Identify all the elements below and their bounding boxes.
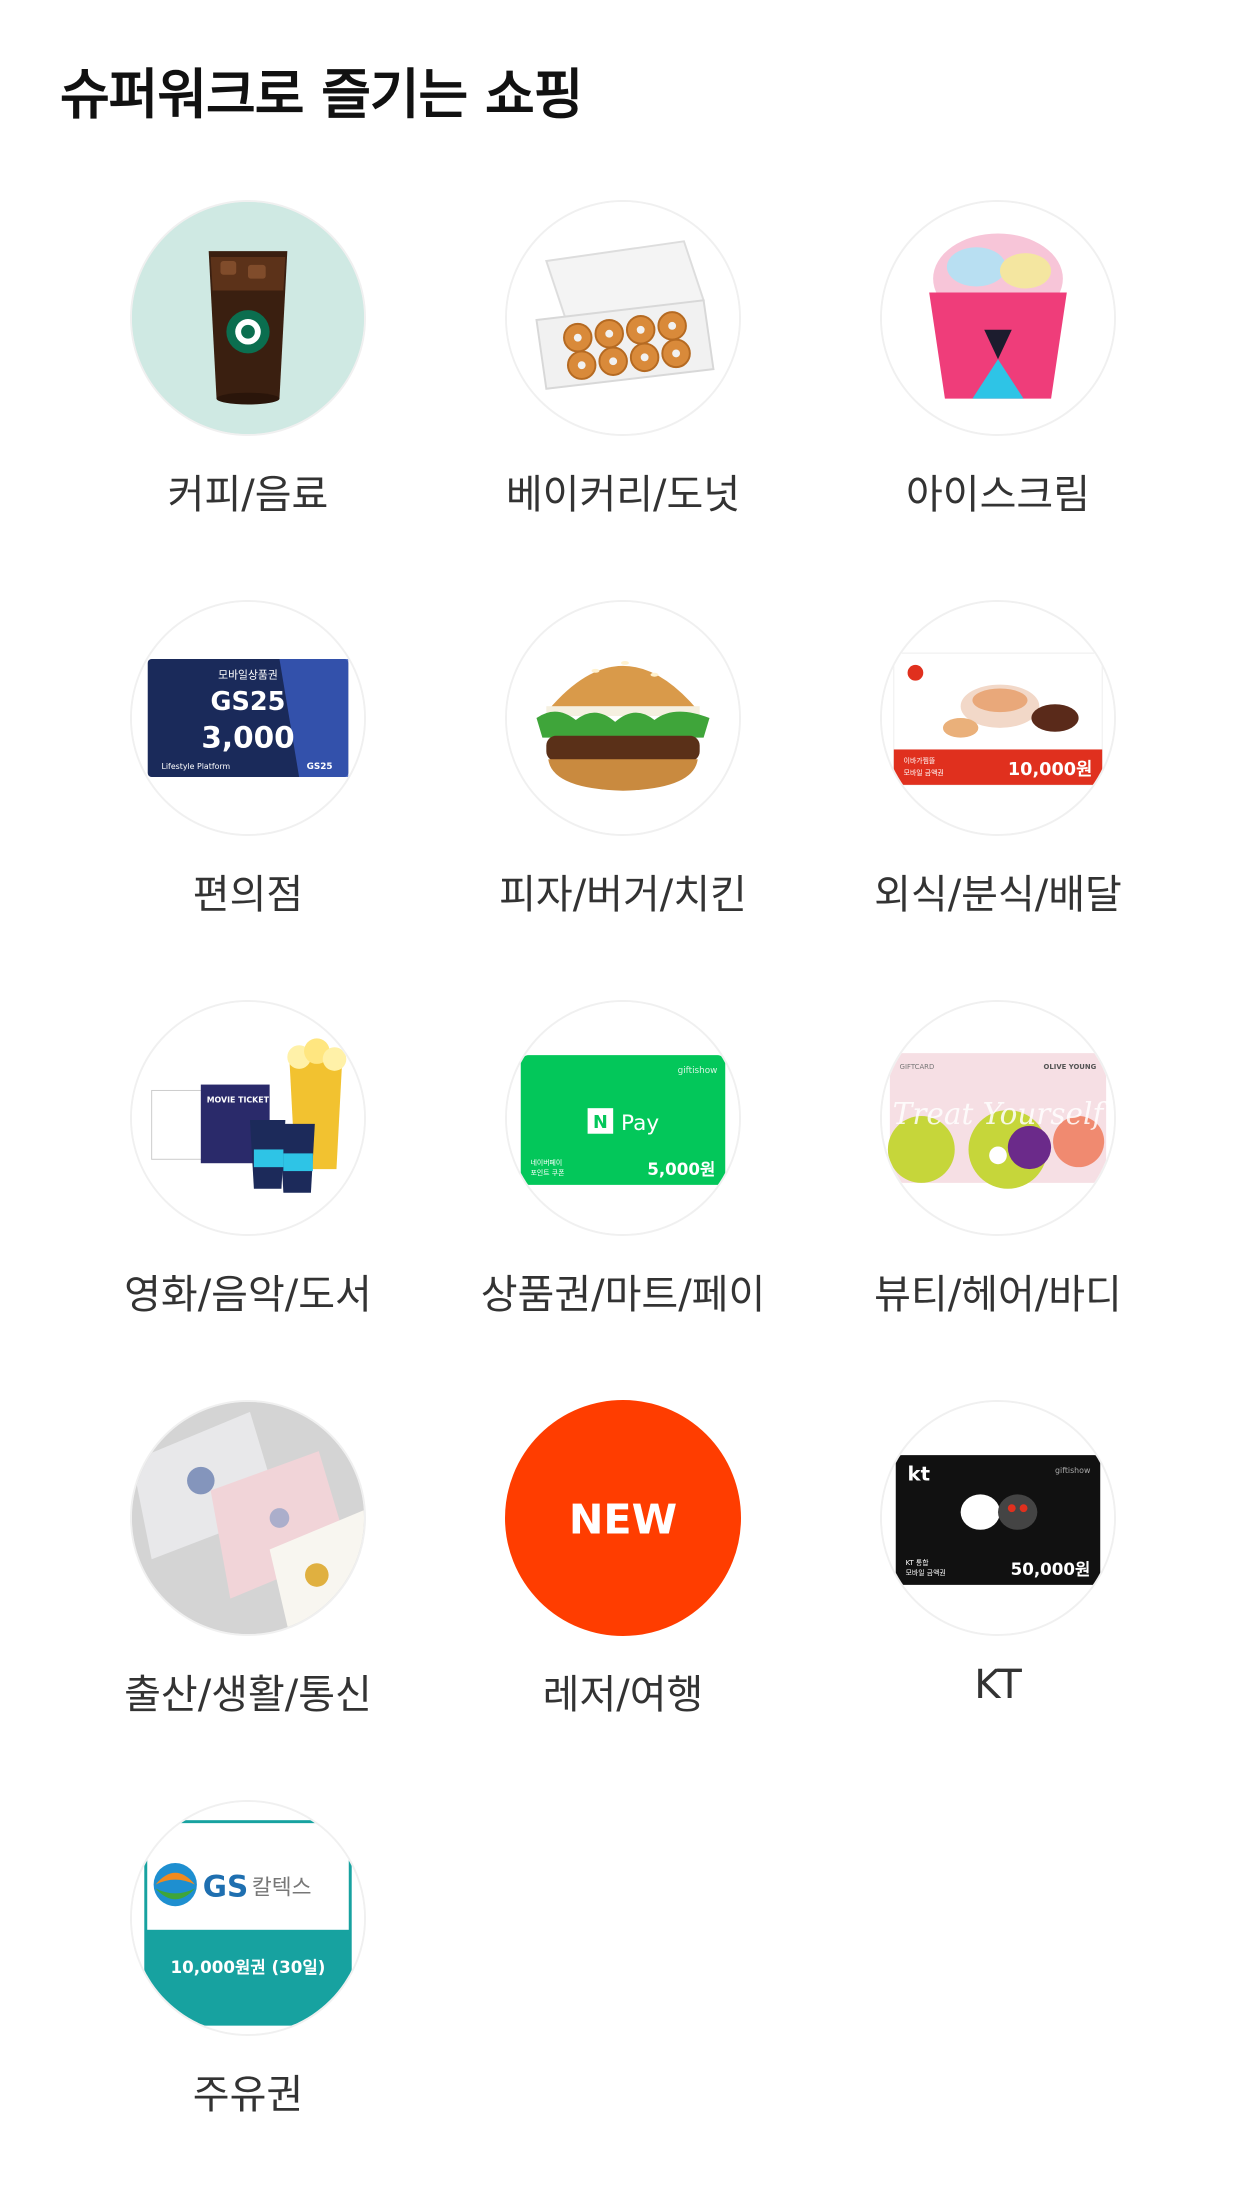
category-kt[interactable]: kt giftishow KT 통합 모바일 금액권 50,000원 KT bbox=[818, 1400, 1178, 1760]
kt-gift-card-icon: kt giftishow KT 통합 모바일 금액권 50,000원 bbox=[880, 1400, 1116, 1636]
card-corner: giftishow bbox=[1055, 1466, 1091, 1475]
card-line2: 포인트 쿠폰 bbox=[531, 1168, 565, 1177]
category-beauty-hair-body[interactable]: GIFTCARD OLIVE YOUNG Treat Yourself 뷰티/헤… bbox=[818, 1000, 1178, 1360]
category-pizza-burger-chicken[interactable]: 피자/버거/치킨 bbox=[443, 600, 803, 960]
card-amount: 3,000 bbox=[201, 720, 294, 754]
category-label: 피자/버거/치킨 bbox=[499, 872, 747, 918]
category-label: KT bbox=[974, 1662, 1022, 1708]
category-dining-delivery[interactable]: 이바가찜뜰 모바일 금액권 10,000원 외식/분식/배달 bbox=[818, 600, 1178, 960]
category-ice-cream[interactable]: 아이스크림 bbox=[818, 200, 1178, 560]
card-footer-right: GS25 bbox=[307, 762, 333, 772]
card-amount: 10,000원권 (30일) bbox=[171, 1957, 326, 1977]
category-movie-music-books[interactable]: MOVIE TICKET 영화/음악/도서 bbox=[68, 1000, 428, 1360]
card-left: GIFTCARD bbox=[900, 1063, 935, 1071]
card-top: 모바일상품권 bbox=[218, 668, 278, 682]
towels-icon bbox=[130, 1400, 366, 1636]
card-line2: 모바일 금액권 bbox=[906, 1568, 946, 1577]
card-right: OLIVE YOUNG bbox=[1044, 1063, 1097, 1071]
new-badge-text: NEW bbox=[569, 1496, 677, 1544]
category-label: 출산/생활/통신 bbox=[124, 1672, 372, 1718]
category-label: 베이커리/도넛 bbox=[505, 472, 741, 518]
card-script: Treat Yourself bbox=[893, 1097, 1109, 1131]
card-line1: 이바가찜뜰 bbox=[904, 756, 936, 765]
category-leisure-travel[interactable]: NEW 레저/여행 bbox=[443, 1400, 803, 1760]
card-logo: N bbox=[593, 1113, 608, 1133]
naver-pay-card-icon: giftishow N Pay 네이버페이 포인트 쿠폰 5,000원 bbox=[505, 1000, 741, 1236]
movie-ticket-popcorn-icon: MOVIE TICKET bbox=[130, 1000, 366, 1236]
card-brand: GS bbox=[203, 1869, 248, 1903]
category-label: 뷰티/헤어/바디 bbox=[874, 1272, 1122, 1318]
category-label: 편의점 bbox=[192, 872, 304, 918]
category-grid: 커피/음료 베이커리/도넛 아이스크림 모바일상품권 GS25 3,000 Li… bbox=[0, 0, 1242, 2192]
card-corner: giftishow bbox=[678, 1066, 718, 1076]
card-line2: 모바일 금액권 bbox=[904, 768, 944, 777]
card-footer-left: Lifestyle Platform bbox=[161, 762, 230, 771]
card-ticket: MOVIE TICKET bbox=[207, 1095, 270, 1104]
card-name: Pay bbox=[621, 1111, 659, 1136]
category-label: 외식/분식/배달 bbox=[874, 872, 1122, 918]
olive-young-card-icon: GIFTCARD OLIVE YOUNG Treat Yourself bbox=[880, 1000, 1116, 1236]
iced-coffee-icon bbox=[130, 200, 366, 436]
category-label: 아이스크림 bbox=[906, 472, 1090, 518]
new-badge-icon: NEW bbox=[505, 1400, 741, 1636]
category-bakery[interactable]: 베이커리/도넛 bbox=[443, 200, 803, 560]
card-amount: 10,000원 bbox=[1008, 759, 1093, 780]
donut-box-icon bbox=[505, 200, 741, 436]
burger-icon bbox=[505, 600, 741, 836]
category-label: 커피/음료 bbox=[167, 472, 329, 518]
restaurant-voucher-icon: 이바가찜뜰 모바일 금액권 10,000원 bbox=[880, 600, 1116, 836]
category-label: 레저/여행 bbox=[542, 1672, 704, 1718]
card-line1: KT 통합 bbox=[906, 1558, 930, 1567]
category-convenience-store[interactable]: 모바일상품권 GS25 3,000 Lifestyle Platform GS2… bbox=[68, 600, 428, 960]
category-gift-card-mart-pay[interactable]: giftishow N Pay 네이버페이 포인트 쿠폰 5,000원 상품권/… bbox=[443, 1000, 803, 1360]
category-label: 주유권 bbox=[192, 2072, 304, 2118]
gs25-gift-card-icon: 모바일상품권 GS25 3,000 Lifestyle Platform GS2… bbox=[130, 600, 366, 836]
category-label: 상품권/마트/페이 bbox=[480, 1272, 766, 1318]
category-fuel-voucher[interactable]: GS 칼텍스 10,000원권 (30일) 주유권 bbox=[68, 1800, 428, 2160]
gs-caltex-voucher-icon: GS 칼텍스 10,000원권 (30일) bbox=[130, 1800, 366, 2036]
category-coffee[interactable]: 커피/음료 bbox=[68, 200, 428, 560]
card-name: 칼텍스 bbox=[252, 1875, 312, 1900]
category-label: 영화/음악/도서 bbox=[124, 1272, 372, 1318]
category-baby-living-telecom[interactable]: 출산/생활/통신 bbox=[68, 1400, 428, 1760]
card-logo: kt bbox=[908, 1463, 930, 1486]
ice-cream-cup-icon bbox=[880, 200, 1116, 436]
card-brand: GS25 bbox=[211, 687, 286, 717]
card-amount: 50,000원 bbox=[1011, 1559, 1091, 1579]
card-line1: 네이버페이 bbox=[531, 1158, 563, 1167]
card-amount: 5,000원 bbox=[647, 1159, 715, 1179]
